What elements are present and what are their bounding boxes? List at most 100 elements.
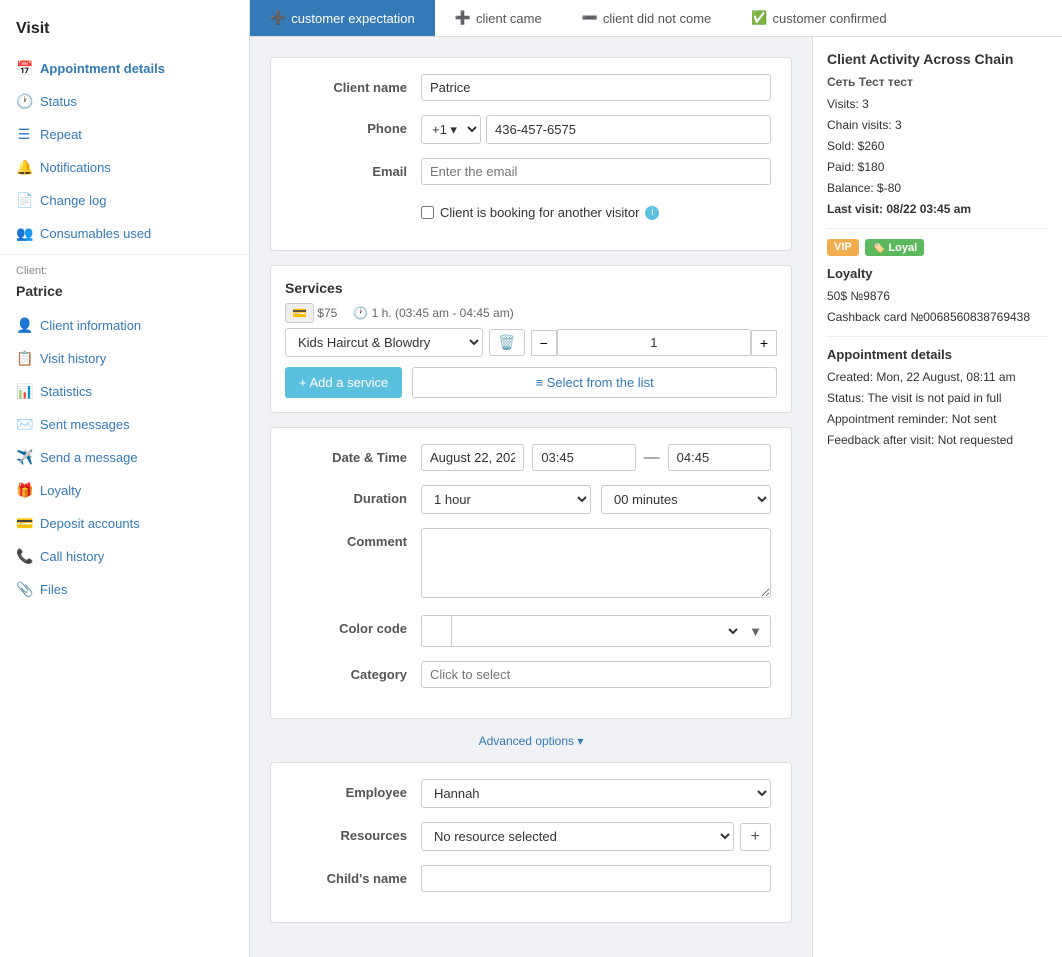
sidebar-item-label: Status [40, 94, 77, 109]
sidebar-item-label: Send a message [40, 450, 138, 465]
color-dropdown-arrow[interactable]: ▼ [741, 620, 770, 643]
sidebar-item-call-history[interactable]: 📞 Call history [0, 540, 249, 573]
duration-hours-select[interactable]: 1 hour [421, 485, 591, 514]
comment-control [421, 528, 771, 601]
sidebar-item-notifications[interactable]: 🔔 Notifications [0, 151, 249, 184]
resources-label: Resources [291, 822, 421, 843]
badge-group: VIP 🏷️ Loyal [827, 239, 1048, 256]
tab-label: client came [476, 11, 542, 26]
advanced-options-toggle[interactable]: Advanced options ▾ [479, 734, 584, 748]
sidebar-item-loyalty[interactable]: 🎁 Loyalty [0, 474, 249, 507]
services-actions: + Add a service ≡ Select from the list [285, 367, 777, 398]
client-info-section: Client name Phone +1 ▾ [270, 57, 792, 251]
add-service-button[interactable]: + Add a service [285, 367, 402, 398]
employee-row: Employee Hannah [291, 779, 771, 808]
main-content: ➕ customer expectation ➕ client came ➖ c… [250, 0, 1062, 957]
tab-icon: ➖ [582, 10, 598, 26]
sidebar-item-repeat[interactable]: ☰ Repeat [0, 118, 249, 151]
sidebar-item-deposit-accounts[interactable]: 💳 Deposit accounts [0, 507, 249, 540]
color-select[interactable] [452, 618, 741, 645]
employee-select[interactable]: Hannah [421, 779, 771, 808]
visits-count: Visits: 3 [827, 95, 1048, 113]
reminder-info: Appointment reminder: Not sent [827, 410, 1048, 428]
clock-icon: 🕐 [16, 93, 32, 110]
sidebar: Visit 📅 Appointment details 🕐 Status ☰ R… [0, 0, 250, 957]
bell-icon: 🔔 [16, 159, 32, 176]
datetime-control: — [421, 444, 771, 471]
person-icon: 👤 [16, 317, 32, 334]
sidebar-item-send-message[interactable]: ✈️ Send a message [0, 441, 249, 474]
qty-increase-button[interactable]: + [751, 330, 777, 356]
qty-decrease-button[interactable]: − [531, 330, 557, 356]
booking-another-row: Client is booking for another visitor i [291, 199, 771, 220]
email-input[interactable] [421, 158, 771, 185]
advanced-options-label: Advanced options ▾ [479, 734, 584, 748]
sidebar-item-change-log[interactable]: 📄 Change log [0, 184, 249, 217]
phone-input[interactable] [486, 115, 771, 144]
category-input[interactable] [421, 661, 771, 688]
sidebar-title: Visit [0, 10, 249, 52]
resources-group: No resource selected + [421, 822, 771, 851]
datetime-section: Date & Time — Duration [270, 427, 792, 719]
color-code-group: ▼ [421, 615, 771, 647]
loyalty-title: Loyalty [827, 266, 1048, 281]
qty-input[interactable] [557, 329, 751, 356]
childs-name-row: Child's name [291, 865, 771, 892]
phone-control: +1 ▾ [421, 115, 771, 144]
sidebar-item-appointment-details[interactable]: 📅 Appointment details [0, 52, 249, 85]
childs-name-input[interactable] [421, 865, 771, 892]
sidebar-item-visit-history[interactable]: 📋 Visit history [0, 342, 249, 375]
sidebar-item-statistics[interactable]: 📊 Statistics [0, 375, 249, 408]
sidebar-item-label: Consumables used [40, 226, 151, 241]
cashback-card: Cashback card №0068560838769438 [827, 308, 1048, 326]
sidebar-item-client-information[interactable]: 👤 Client information [0, 309, 249, 342]
paid-amount: Paid: $180 [827, 158, 1048, 176]
booking-another-checkbox[interactable] [421, 206, 434, 219]
delete-service-button[interactable]: 🗑️ [489, 329, 524, 356]
appointment-details-section: Appointment details Created: Mon, 22 Aug… [827, 347, 1048, 449]
email-control [421, 158, 771, 185]
resources-add-button[interactable]: + [740, 823, 771, 851]
repeat-icon: ☰ [16, 126, 32, 143]
tab-client-did-not-come[interactable]: ➖ client did not come [562, 0, 732, 36]
client-name-input[interactable] [421, 74, 771, 101]
time-start-input[interactable] [532, 444, 635, 471]
resources-select[interactable]: No resource selected [421, 822, 734, 851]
sidebar-item-label: Notifications [40, 160, 111, 175]
divider-1 [827, 228, 1048, 229]
datetime-group: — [421, 444, 771, 471]
advanced-options-section: Advanced options ▾ [270, 733, 792, 748]
color-code-label: Color code [291, 615, 421, 636]
users-icon: 👥 [16, 225, 32, 242]
sidebar-item-files[interactable]: 📎 Files [0, 573, 249, 606]
phone-prefix-select[interactable]: +1 ▾ [421, 115, 481, 144]
qty-control: − + [531, 329, 777, 356]
employee-section: Employee Hannah Resources No r [270, 762, 792, 923]
phone-group: +1 ▾ [421, 115, 771, 144]
tab-customer-expectation[interactable]: ➕ customer expectation [250, 0, 435, 36]
phone-row: Phone +1 ▾ [291, 115, 771, 144]
tab-client-came[interactable]: ➕ client came [435, 0, 562, 36]
duration-control: 1 hour 00 minutes [421, 485, 771, 514]
comment-textarea[interactable] [421, 528, 771, 598]
sidebar-item-consumables[interactable]: 👥 Consumables used [0, 217, 249, 250]
duration-minutes-select[interactable]: 00 minutes [601, 485, 771, 514]
date-input[interactable] [421, 444, 524, 471]
time-end-input[interactable] [668, 444, 771, 471]
service-row: Kids Haircut & Blowdry 🗑️ − + [285, 328, 777, 357]
time-separator: — [644, 449, 660, 467]
sidebar-item-label: Repeat [40, 127, 82, 142]
resources-row: Resources No resource selected + [291, 822, 771, 851]
tab-customer-confirmed[interactable]: ✅ customer confirmed [731, 0, 906, 36]
service-select[interactable]: Kids Haircut & Blowdry [285, 328, 483, 357]
tab-label: client did not come [603, 11, 711, 26]
client-name-row: Client name [291, 74, 771, 101]
sidebar-item-sent-messages[interactable]: ✉️ Sent messages [0, 408, 249, 441]
info-icon[interactable]: i [645, 206, 659, 220]
select-from-list-button[interactable]: ≡ Select from the list [412, 367, 777, 398]
employee-control: Hannah [421, 779, 771, 808]
created-info: Created: Mon, 22 August, 08:11 am [827, 368, 1048, 386]
sidebar-item-status[interactable]: 🕐 Status [0, 85, 249, 118]
chain-visits-count: Chain visits: 3 [827, 116, 1048, 134]
calendar-icon: 📅 [16, 60, 32, 77]
